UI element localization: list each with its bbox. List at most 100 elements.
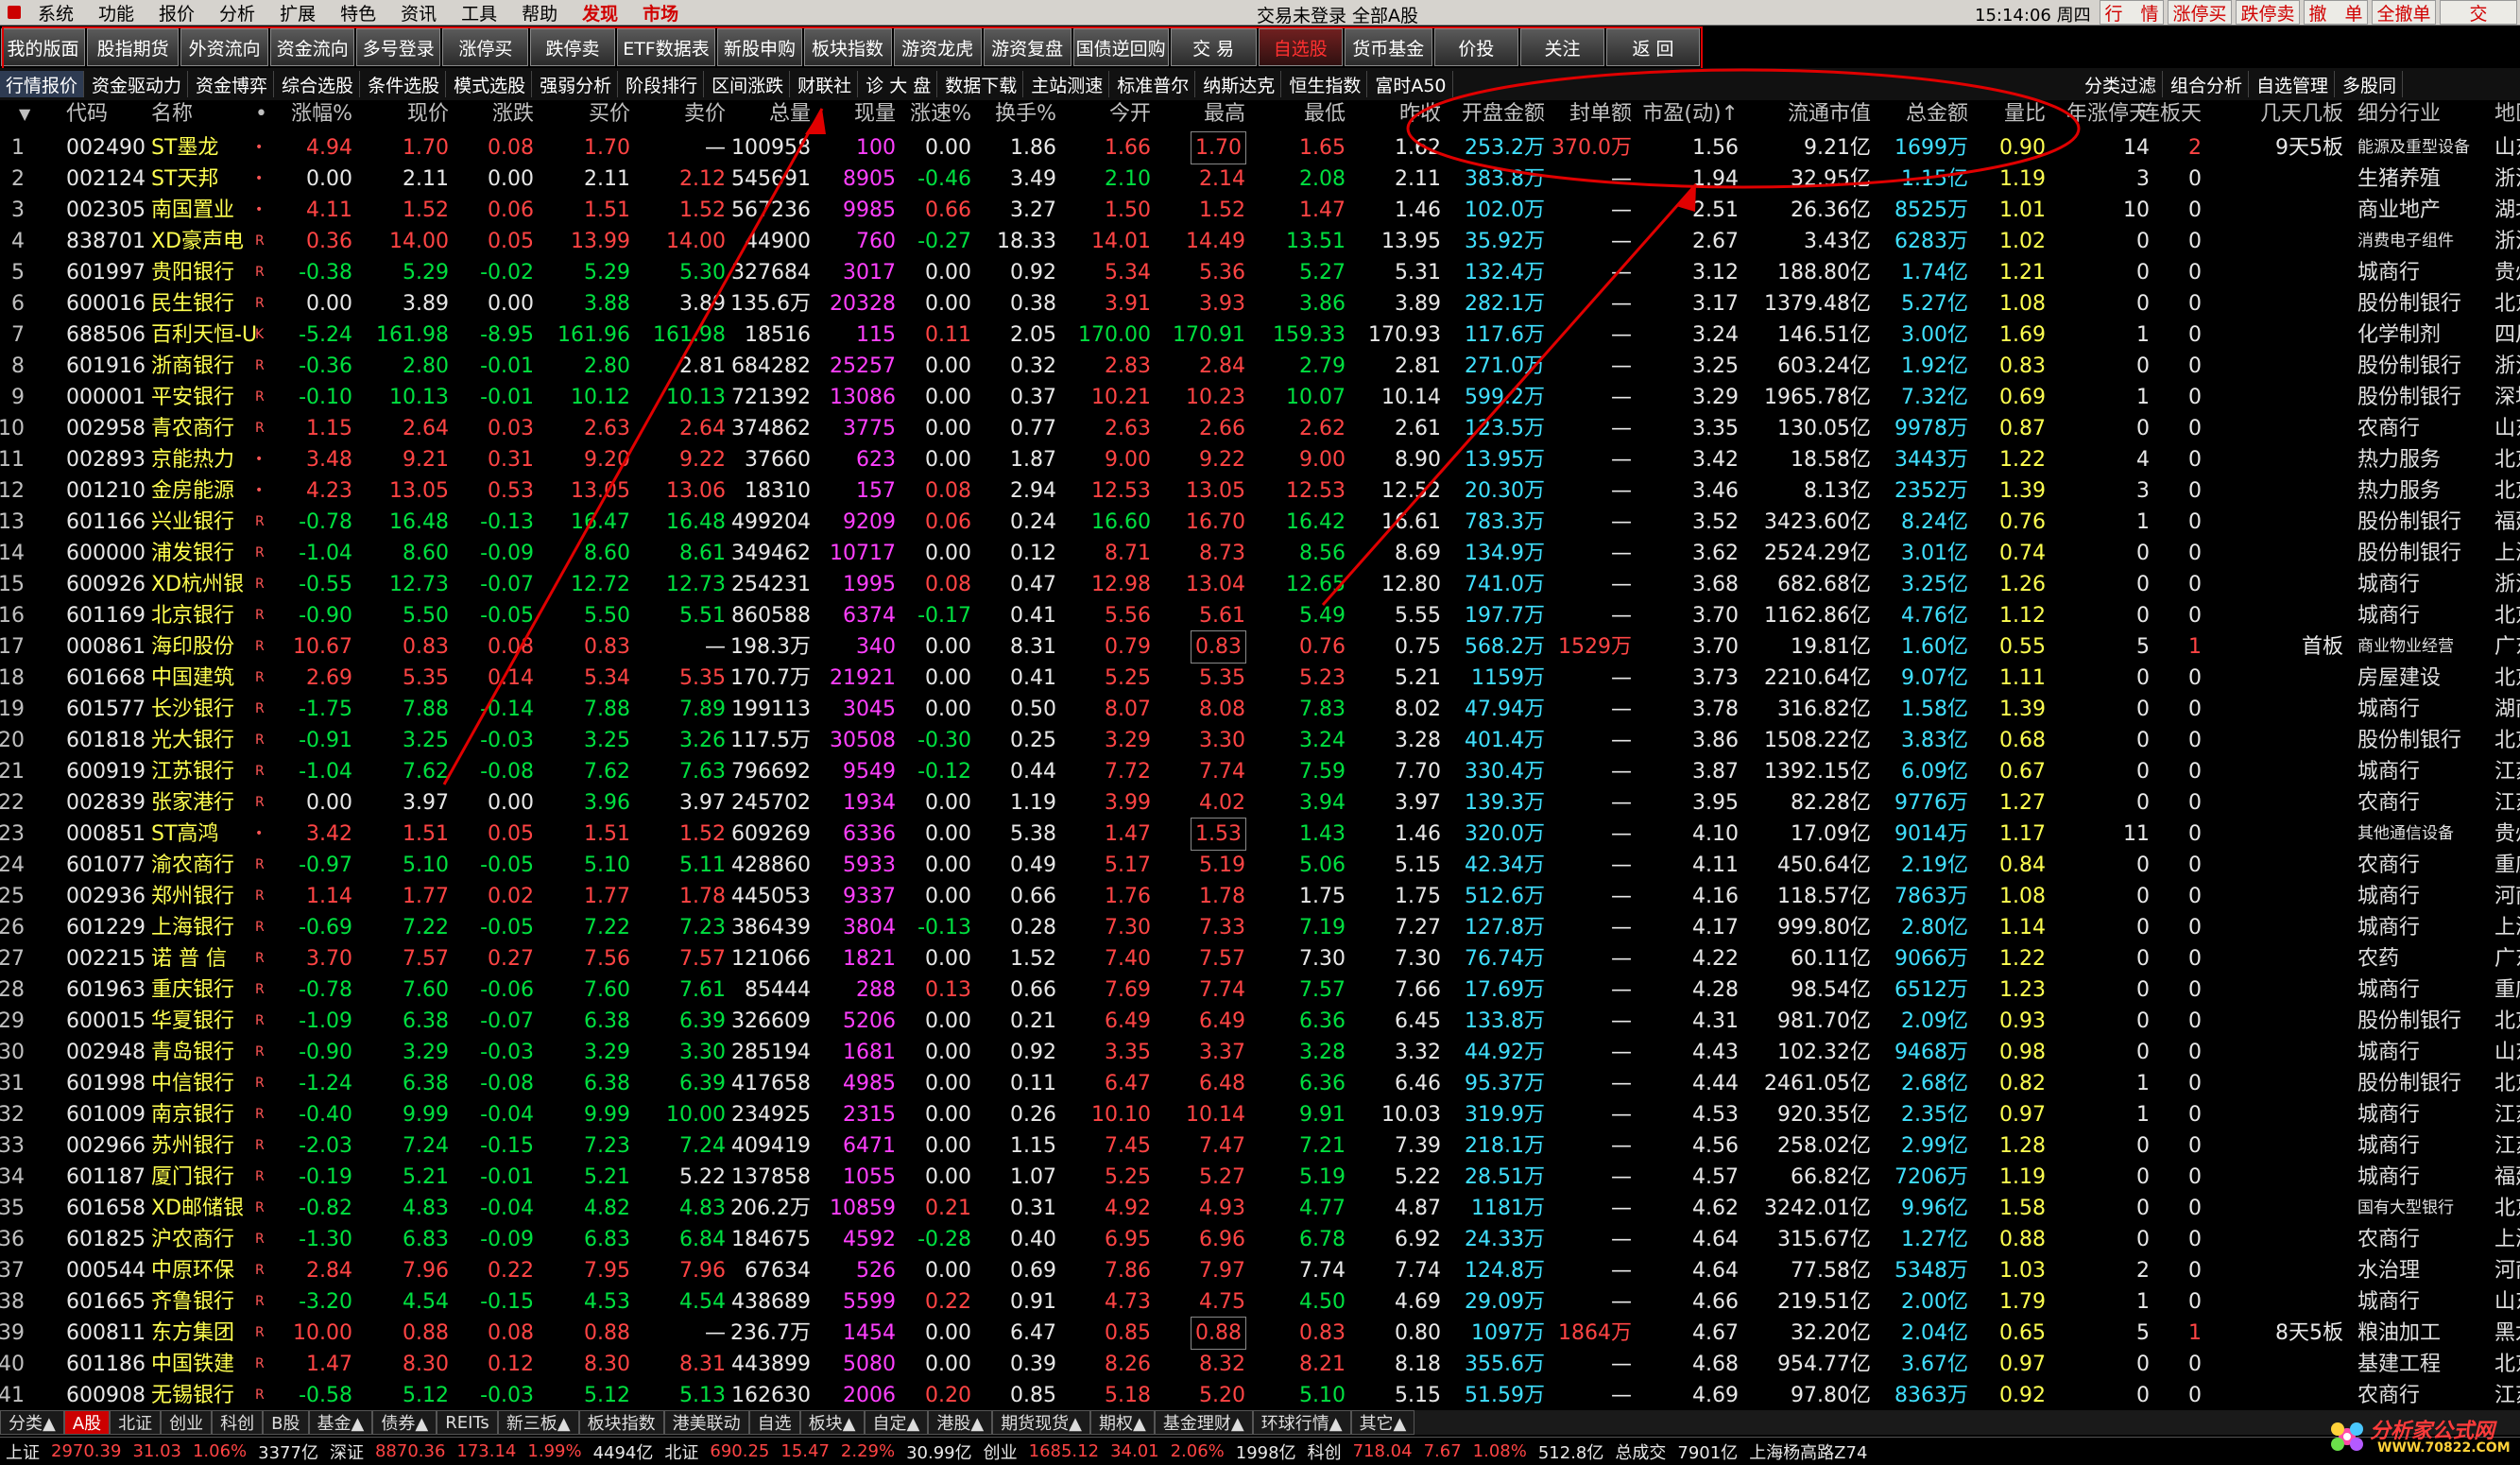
function-button-16[interactable]: 富时A50 bbox=[1369, 71, 1453, 97]
toolbar-button-6[interactable]: 跌停卖 bbox=[530, 28, 615, 66]
header-col-11[interactable]: 涨速% bbox=[910, 100, 971, 129]
table-row[interactable]: 7 688506 百利天恒-U K -5.24 161.98 -8.95 161.96 161.… bbox=[0, 319, 2520, 351]
header-col-27[interactable]: 地区 bbox=[2494, 100, 2520, 129]
toolbar-button-9[interactable]: 板块指数 bbox=[803, 28, 892, 66]
function-button-4[interactable]: 条件选股 bbox=[362, 71, 447, 97]
market-tab-16[interactable]: 期货现货▲ bbox=[992, 1410, 1091, 1435]
function-button-1[interactable]: 资金驱动力 bbox=[86, 71, 189, 97]
table-row[interactable]: 23 000851 ST高鸿 • 3.42 1.51 0.05 1.51 1.52 609269 6… bbox=[0, 818, 2520, 851]
menu-item-4[interactable]: 扩展 bbox=[268, 0, 329, 26]
function-button-15[interactable]: 恒生指数 bbox=[1283, 71, 1368, 97]
table-row[interactable]: 5 601997 贵阳银行 R -0.38 5.29 -0.02 5.29 5.30 327684… bbox=[0, 257, 2520, 288]
header-col-21[interactable]: 总金额 bbox=[1906, 100, 1968, 129]
toolbar-button-4[interactable]: 多号登录 bbox=[356, 28, 441, 66]
header-col-15[interactable]: 最低 bbox=[1304, 100, 1346, 129]
header-col-4[interactable]: 涨幅% bbox=[291, 100, 352, 129]
table-row[interactable]: 19 601577 长沙银行 R -1.75 7.88 -0.14 7.88 7.89 19911… bbox=[0, 694, 2520, 725]
toolbar-button-10[interactable]: 游资龙虎 bbox=[893, 28, 982, 66]
toolbar-button-16[interactable]: 价投 bbox=[1433, 28, 1518, 66]
table-row[interactable]: 10 002958 青农商行 R 1.15 2.64 0.03 2.63 2.64 374862 3… bbox=[0, 413, 2520, 444]
table-row[interactable]: 26 601229 上海银行 R -0.69 7.22 -0.05 7.22 7.23 38643… bbox=[0, 912, 2520, 943]
menu-item-2[interactable]: 报价 bbox=[147, 0, 208, 26]
toolbar-button-13[interactable]: 交 易 bbox=[1170, 28, 1257, 66]
header-col-22[interactable]: 量比 bbox=[2004, 100, 2046, 129]
toolbar-button-3[interactable]: 资金流向 bbox=[270, 28, 355, 66]
table-row[interactable]: 11 002893 京能热力 • 3.48 9.21 0.31 9.20 9.22 37660 62… bbox=[0, 444, 2520, 475]
header-col-19[interactable]: 市盈(动)↑ bbox=[1642, 100, 1739, 129]
table-row[interactable]: 8 601916 浙商银行 R -0.36 2.80 -0.01 2.80 2.81 684282… bbox=[0, 351, 2520, 382]
menu-item-5[interactable]: 特色 bbox=[329, 0, 389, 26]
menu-item-0[interactable]: 系统 bbox=[26, 0, 87, 26]
quick-button-3[interactable]: 撤 单 bbox=[2304, 0, 2368, 25]
function-button-13[interactable]: 标准普尔 bbox=[1111, 71, 1196, 97]
header-col-18[interactable]: 封单额 bbox=[1569, 100, 1632, 129]
toolbar-button-2[interactable]: 外资流向 bbox=[180, 28, 269, 66]
table-row[interactable]: 6 600016 民生银行 R 0.00 3.89 0.00 3.88 3.89 135.6万 20… bbox=[0, 288, 2520, 319]
function-right-button-2[interactable]: 自选管理 bbox=[2251, 71, 2336, 97]
table-row[interactable]: 9 000001 平安银行 R -0.10 10.13 -0.01 10.12 10.13 721… bbox=[0, 382, 2520, 413]
table-row[interactable]: 36 601825 沪农商行 R -1.30 6.83 -0.09 6.83 6.84 18467… bbox=[0, 1224, 2520, 1255]
header-col-23[interactable]: 年涨停天 bbox=[2066, 100, 2150, 129]
header-col-8[interactable]: 卖价 bbox=[684, 100, 726, 129]
table-row[interactable]: 1 002490 ST墨龙 • 4.94 1.70 0.08 1.70 —100958 100 0.… bbox=[0, 131, 2520, 164]
function-button-14[interactable]: 纳斯达克 bbox=[1197, 71, 1282, 97]
toolbar-button-7[interactable]: ETF数据表 bbox=[616, 28, 716, 66]
quick-button-5[interactable]: 交 bbox=[2440, 0, 2517, 25]
table-row[interactable]: 30 002948 青岛银行 R -0.90 3.29 -0.03 3.29 3.30 28519… bbox=[0, 1037, 2520, 1068]
market-tab-15[interactable]: 港股▲ bbox=[928, 1410, 993, 1435]
market-tab-6[interactable]: 基金▲ bbox=[308, 1410, 373, 1435]
market-tab-0[interactable]: 分类▲ bbox=[0, 1410, 64, 1435]
toolbar-button-15[interactable]: 货币基金 bbox=[1344, 28, 1432, 66]
toolbar-button-1[interactable]: 股指期货 bbox=[87, 28, 180, 66]
quick-button-2[interactable]: 跌停卖 bbox=[2236, 0, 2300, 25]
toolbar-button-0[interactable]: 我的版面 bbox=[1, 28, 86, 66]
function-button-5[interactable]: 模式选股 bbox=[448, 71, 533, 97]
function-right-button-1[interactable]: 组合分析 bbox=[2165, 71, 2250, 97]
table-row[interactable]: 27 002215 诺 普 信 R 3.70 7.57 0.27 7.56 7.57 121066… bbox=[0, 943, 2520, 974]
table-row[interactable]: 41 600908 无锡银行 R -0.58 5.12 -0.03 5.12 5.13 16263… bbox=[0, 1380, 2520, 1411]
quick-button-4[interactable]: 全撤单 bbox=[2372, 0, 2436, 25]
table-row[interactable]: 38 601665 齐鲁银行 R -3.20 4.54 -0.15 4.53 4.54 43868… bbox=[0, 1286, 2520, 1318]
function-button-7[interactable]: 阶段排行 bbox=[620, 71, 705, 97]
function-right-button-0[interactable]: 分类过滤 bbox=[2079, 71, 2164, 97]
header-col-14[interactable]: 最高 bbox=[1204, 100, 1245, 129]
header-col-2[interactable]: 名称 bbox=[151, 100, 193, 129]
table-row[interactable]: 33 002966 苏州银行 R -2.03 7.24 -0.15 7.23 7.24 40941… bbox=[0, 1130, 2520, 1162]
toolbar-button-14[interactable]: 自选股 bbox=[1258, 28, 1343, 66]
function-button-8[interactable]: 区间涨跌 bbox=[706, 71, 791, 97]
market-tab-4[interactable]: 科创 bbox=[212, 1410, 264, 1435]
table-row[interactable]: 28 601963 重庆银行 R -0.78 7.60 -0.06 7.60 7.61 85444… bbox=[0, 974, 2520, 1006]
header-col-3[interactable]: • bbox=[255, 100, 267, 129]
header-col-26[interactable]: 细分行业 bbox=[2357, 100, 2441, 129]
table-row[interactable]: 40 601186 中国铁建 R 1.47 8.30 0.12 8.30 8.31 443899 5… bbox=[0, 1349, 2520, 1380]
table-row[interactable]: 2 002124 ST天邦 • 0.00 2.11 0.00 2.11 2.12 545691 89… bbox=[0, 164, 2520, 195]
market-tab-13[interactable]: 板块▲ bbox=[799, 1410, 865, 1435]
table-row[interactable]: 31 601998 中信银行 R -1.24 6.38 -0.08 6.38 6.39 41765… bbox=[0, 1068, 2520, 1099]
menu-item-1[interactable]: 功能 bbox=[87, 0, 147, 26]
quick-button-0[interactable]: 行 情 bbox=[2100, 0, 2164, 25]
toolbar-button-8[interactable]: 新股申购 bbox=[717, 28, 802, 66]
market-tab-9[interactable]: 新三板▲ bbox=[497, 1410, 579, 1435]
table-row[interactable]: 21 600919 江苏银行 R -1.04 7.62 -0.08 7.62 7.63 79669… bbox=[0, 756, 2520, 787]
table-row[interactable]: 12 001210 金房能源 • 4.23 13.05 0.53 13.05 13.06 1831… bbox=[0, 475, 2520, 507]
header-col-6[interactable]: 涨跌 bbox=[492, 100, 534, 129]
table-row[interactable]: 37 000544 中原环保 R 2.84 7.96 0.22 7.95 7.96 67634 52… bbox=[0, 1255, 2520, 1286]
market-tab-18[interactable]: 基金理财▲ bbox=[1154, 1410, 1253, 1435]
market-tab-5[interactable]: B股 bbox=[263, 1410, 309, 1435]
market-tab-11[interactable]: 港美联动 bbox=[663, 1410, 749, 1435]
table-row[interactable]: 35 601658 XD邮储银 R -0.82 4.83 -0.04 4.82 4.83 206.… bbox=[0, 1193, 2520, 1224]
function-button-6[interactable]: 强弱分析 bbox=[534, 71, 619, 97]
header-col-7[interactable]: 买价 bbox=[589, 100, 630, 129]
market-tab-7[interactable]: 债券▲ bbox=[372, 1410, 437, 1435]
menu-item-8[interactable]: 帮助 bbox=[510, 0, 571, 26]
menu-item-7[interactable]: 工具 bbox=[450, 0, 510, 26]
table-row[interactable]: 4 838701 XD豪声电 R 0.36 14.00 0.05 13.99 14.00 4490… bbox=[0, 226, 2520, 257]
table-row[interactable]: 32 601009 南京银行 R -0.40 9.99 -0.04 9.99 10.00 2349… bbox=[0, 1099, 2520, 1130]
function-button-12[interactable]: 主站测速 bbox=[1025, 71, 1110, 97]
function-button-0[interactable]: 行情报价 bbox=[0, 71, 85, 97]
table-row[interactable]: 13 601166 兴业银行 R -0.78 16.48 -0.13 16.47 16.48 49… bbox=[0, 507, 2520, 538]
header-col-10[interactable]: 现量 bbox=[854, 100, 896, 129]
market-tab-14[interactable]: 自定▲ bbox=[864, 1410, 929, 1435]
toolbar-button-18[interactable]: 返 回 bbox=[1606, 28, 1700, 66]
header-col-5[interactable]: 现价 bbox=[407, 100, 449, 129]
